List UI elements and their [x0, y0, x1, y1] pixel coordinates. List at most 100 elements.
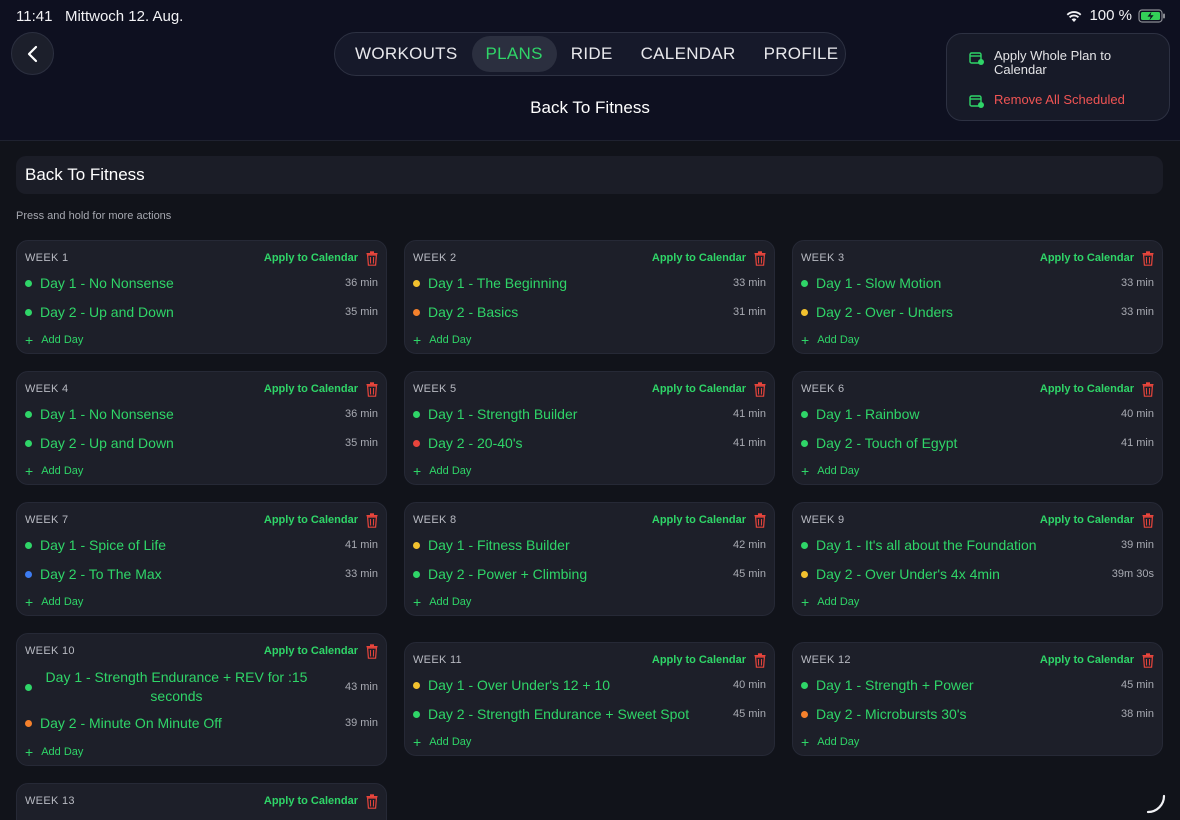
- day-row[interactable]: Day 2 - Microbursts 30's 38 min: [801, 706, 1154, 722]
- trash-icon[interactable]: [366, 643, 378, 659]
- week-card-header: WEEK 2 Apply to Calendar: [413, 250, 766, 266]
- day-row[interactable]: Day 2 - Basics 31 min: [413, 304, 766, 320]
- day-row[interactable]: Day 1 - Strength + Power 45 min: [801, 677, 1154, 693]
- trash-icon[interactable]: [754, 250, 766, 266]
- add-day-label: Add Day: [41, 596, 84, 608]
- day-row[interactable]: Day 2 - Touch of Egypt 41 min: [801, 435, 1154, 451]
- tab-profile[interactable]: PROFILE: [750, 36, 853, 72]
- week-card-header: WEEK 6 Apply to Calendar: [801, 381, 1154, 397]
- day-row[interactable]: Day 2 - To The Max 33 min: [25, 566, 378, 582]
- day-row[interactable]: Day 2 - 20-40's 41 min: [413, 435, 766, 451]
- battery-charging-icon: [1138, 8, 1165, 23]
- day-row[interactable]: Day 2 - Over - Unders 33 min: [801, 304, 1154, 320]
- trash-icon[interactable]: [366, 381, 378, 397]
- add-day-button[interactable]: + Add Day: [801, 464, 859, 478]
- week-label: WEEK 11: [413, 654, 462, 666]
- intensity-dot: [801, 439, 808, 447]
- apply-to-calendar-button[interactable]: Apply to Calendar: [1040, 514, 1134, 526]
- back-button[interactable]: [11, 32, 54, 75]
- intensity-dot: [25, 439, 32, 447]
- calendar-add-icon: [969, 52, 984, 65]
- day-row[interactable]: Day 1 - Slow Motion 33 min: [801, 275, 1154, 291]
- add-day-button[interactable]: + Add Day: [25, 333, 83, 347]
- week-card[interactable]: WEEK 1 Apply to Calendar Day 1 - No Nonsen…: [16, 240, 387, 354]
- day-row[interactable]: Day 1 - Strength Endurance + REV for :15…: [25, 668, 378, 706]
- week-card[interactable]: WEEK 7 Apply to Calendar Day 1 - Spice of …: [16, 502, 387, 616]
- day-row[interactable]: Day 2 - Minute On Minute Off 39 min: [25, 715, 378, 731]
- apply-to-calendar-button[interactable]: Apply to Calendar: [264, 514, 358, 526]
- add-day-button[interactable]: + Add Day: [801, 333, 859, 347]
- day-row[interactable]: Day 1 - Fitness Builder 42 min: [413, 537, 766, 553]
- day-row[interactable]: Day 1 - Strength Builder 41 min: [413, 406, 766, 422]
- apply-whole-plan-menu-item[interactable]: Apply Whole Plan to Calendar: [969, 49, 1159, 77]
- trash-icon[interactable]: [366, 512, 378, 528]
- apply-to-calendar-button[interactable]: Apply to Calendar: [264, 383, 358, 395]
- trash-icon[interactable]: [366, 793, 378, 809]
- day-row[interactable]: Day 2 - Up and Down 35 min: [25, 435, 378, 451]
- trash-icon[interactable]: [1142, 512, 1154, 528]
- trash-icon[interactable]: [1142, 381, 1154, 397]
- week-card[interactable]: WEEK 13 Apply to Calendar: [16, 783, 387, 820]
- apply-to-calendar-button[interactable]: Apply to Calendar: [1040, 252, 1134, 264]
- tab-calendar[interactable]: CALENDAR: [627, 36, 750, 72]
- add-day-button[interactable]: + Add Day: [413, 595, 471, 609]
- apply-to-calendar-button[interactable]: Apply to Calendar: [652, 383, 746, 395]
- week-card[interactable]: WEEK 5 Apply to Calendar Day 1 - Strength …: [404, 371, 775, 485]
- apply-to-calendar-button[interactable]: Apply to Calendar: [1040, 383, 1134, 395]
- week-card[interactable]: WEEK 11 Apply to Calendar Day 1 - Over Und…: [404, 642, 775, 756]
- add-day-button[interactable]: + Add Day: [25, 462, 83, 479]
- plus-icon: +: [25, 462, 34, 479]
- day-row[interactable]: Day 2 - Power + Climbing 45 min: [413, 566, 766, 582]
- day-row[interactable]: Day 1 - The Beginning 33 min: [413, 275, 766, 291]
- plan-name-field[interactable]: Back To Fitness: [16, 156, 1163, 194]
- week-card[interactable]: WEEK 4 Apply to Calendar Day 1 - No Nonsen…: [16, 371, 387, 485]
- add-day-button[interactable]: + Add Day: [25, 595, 84, 609]
- trash-icon[interactable]: [1142, 250, 1154, 266]
- apply-to-calendar-button[interactable]: Apply to Calendar: [652, 654, 746, 666]
- week-card[interactable]: WEEK 10 Apply to Calendar Day 1 - Strength…: [16, 633, 387, 766]
- apply-to-calendar-button[interactable]: Apply to Calendar: [264, 645, 358, 657]
- add-day-button[interactable]: + Add Day: [25, 745, 83, 759]
- week-card-header: WEEK 13 Apply to Calendar: [25, 793, 378, 809]
- tab-workouts[interactable]: WORKOUTS: [341, 36, 472, 72]
- day-row[interactable]: Day 2 - Up and Down 35 min: [25, 304, 378, 320]
- week-card[interactable]: WEEK 6 Apply to Calendar Day 1 - Rainbow 40…: [792, 371, 1163, 485]
- day-row[interactable]: Day 1 - No Nonsense 36 min: [25, 275, 378, 291]
- day-row[interactable]: Day 1 - Spice of Life 41 min: [25, 537, 378, 553]
- intensity-dot: [413, 541, 420, 549]
- week-card[interactable]: WEEK 8 Apply to Calendar Day 1 - Fitness B…: [404, 502, 775, 616]
- trash-icon[interactable]: [754, 652, 766, 668]
- day-row[interactable]: Day 1 - Rainbow 40 min: [801, 406, 1154, 422]
- day-row[interactable]: Day 2 - Over Under's 4x 4min 39m 30s: [801, 566, 1154, 582]
- intensity-dot: [801, 570, 808, 578]
- trash-icon[interactable]: [1142, 652, 1154, 668]
- trash-icon[interactable]: [754, 381, 766, 397]
- day-duration: 36 min: [344, 277, 378, 289]
- apply-to-calendar-button[interactable]: Apply to Calendar: [652, 514, 746, 526]
- trash-icon[interactable]: [366, 250, 378, 266]
- apply-to-calendar-button[interactable]: Apply to Calendar: [264, 252, 358, 264]
- trash-icon[interactable]: [754, 512, 766, 528]
- add-day-button[interactable]: + Add Day: [801, 735, 859, 749]
- add-day-button[interactable]: + Add Day: [801, 595, 859, 609]
- week-card[interactable]: WEEK 3 Apply to Calendar Day 1 - Slow Moti…: [792, 240, 1163, 354]
- day-row[interactable]: Day 1 - Over Under's 12 + 10 40 min: [413, 677, 766, 693]
- tab-ride[interactable]: RIDE: [557, 36, 627, 72]
- apply-to-calendar-button[interactable]: Apply to Calendar: [264, 795, 358, 807]
- week-card[interactable]: WEEK 12 Apply to Calendar Day 1 - Strength…: [792, 642, 1163, 756]
- add-day-button[interactable]: + Add Day: [413, 333, 471, 347]
- add-day-button[interactable]: + Add Day: [413, 464, 471, 478]
- intensity-dot: [413, 570, 420, 578]
- apply-to-calendar-button[interactable]: Apply to Calendar: [1040, 654, 1134, 666]
- add-day-button[interactable]: + Add Day: [413, 735, 471, 749]
- day-duration: 41 min: [344, 539, 378, 551]
- day-row[interactable]: Day 1 - No Nonsense 36 min: [25, 406, 378, 422]
- day-row[interactable]: Day 1 - It's all about the Foundation 39 …: [801, 537, 1154, 553]
- week-card[interactable]: WEEK 9 Apply to Calendar Day 1 - It's all …: [792, 502, 1163, 616]
- apply-to-calendar-button[interactable]: Apply to Calendar: [652, 252, 746, 264]
- week-card[interactable]: WEEK 2 Apply to Calendar Day 1 - The Begin…: [404, 240, 775, 354]
- day-name: Day 2 - To The Max: [40, 566, 162, 582]
- remove-all-scheduled-menu-item[interactable]: Remove All Scheduled: [969, 92, 1125, 108]
- tab-plans[interactable]: PLANS: [471, 36, 557, 72]
- day-row[interactable]: Day 2 - Strength Endurance + Sweet Spot 4…: [413, 706, 766, 722]
